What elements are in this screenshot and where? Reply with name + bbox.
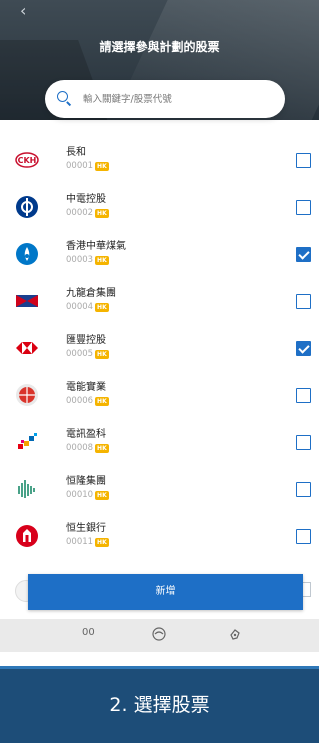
clp-logo xyxy=(16,196,38,218)
power-assets-logo xyxy=(16,384,38,406)
bottom-nav: 00 xyxy=(0,619,319,652)
stock-name: 電訊盈科 xyxy=(66,429,106,440)
stock-code: 00011 HK xyxy=(66,537,109,547)
stock-name: 長和 xyxy=(66,147,86,158)
hk-badge: HK xyxy=(95,255,109,265)
pccw-logo xyxy=(18,433,37,449)
stock-checkbox[interactable] xyxy=(296,294,311,309)
search-icon xyxy=(57,91,73,107)
page-title: 請選擇參與計劃的股票 xyxy=(99,40,220,54)
stock-code: 00004 HK xyxy=(66,302,109,312)
list-item[interactable]: 香港中華煤氣 00003 HK xyxy=(0,231,319,278)
stock-name: 香港中華煤氣 xyxy=(66,241,126,252)
search-bar[interactable] xyxy=(45,80,285,118)
stock-code: 00010 HK xyxy=(66,490,109,500)
stock-name: 中電控股 xyxy=(66,194,106,205)
stock-checkbox[interactable] xyxy=(296,435,311,450)
stock-code: 00001 HK xyxy=(66,161,109,171)
list-item[interactable]: 恒隆集團 00010 HK xyxy=(0,466,319,513)
add-button[interactable]: 新增 xyxy=(28,574,303,610)
stock-checkbox[interactable] xyxy=(296,153,311,168)
stock-checkbox[interactable] xyxy=(296,388,311,403)
checkmark-icon xyxy=(298,342,310,354)
step-banner: 2. 選擇股票 xyxy=(0,666,319,743)
search-input[interactable] xyxy=(81,92,275,106)
stock-name: 電能實業 xyxy=(66,382,106,393)
stock-checkbox[interactable] xyxy=(296,529,311,544)
stock-name: 恒隆集團 xyxy=(66,476,106,487)
wharf-logo xyxy=(16,295,38,307)
stock-code: 00002 HK xyxy=(66,208,109,218)
nav-item-watchlist[interactable]: 00 xyxy=(82,627,95,643)
stock-name: 恒生銀行 xyxy=(66,523,106,534)
list-item[interactable]: 匯豐控股 00005 HK xyxy=(0,325,319,372)
hk-badge: HK xyxy=(95,537,109,547)
list-item[interactable]: 九龍倉集團 00004 HK xyxy=(0,278,319,325)
hk-badge: HK xyxy=(95,490,109,500)
stock-code: 00008 HK xyxy=(66,443,109,453)
list-item[interactable]: 中電控股 00002 HK xyxy=(0,184,319,231)
checkmark-icon xyxy=(298,248,310,260)
hsbc-logo xyxy=(16,342,38,354)
stock-checkbox[interactable] xyxy=(296,482,311,497)
stock-checkbox[interactable] xyxy=(296,247,311,262)
stock-code: 00003 HK xyxy=(66,255,109,265)
stock-checkbox[interactable] xyxy=(296,341,311,356)
stock-name: 匯豐控股 xyxy=(66,335,106,346)
hk-badge: HK xyxy=(95,349,109,359)
face-icon[interactable] xyxy=(152,627,166,643)
hk-badge: HK xyxy=(95,443,109,453)
stock-code: 00005 HK xyxy=(66,349,109,359)
list-item[interactable]: 恒生銀行 00011 HK xyxy=(0,513,319,560)
chevron-left-icon[interactable]: ‹ xyxy=(20,3,34,19)
stock-code: 00006 HK xyxy=(66,396,109,406)
stock-checkbox[interactable] xyxy=(296,200,311,215)
hang-seng-logo xyxy=(16,525,38,547)
list-item[interactable]: CKH 長和 00001 HK xyxy=(0,137,319,184)
hang-lung-logo xyxy=(18,480,35,498)
svg-text:CKH: CKH xyxy=(18,156,37,165)
towngas-logo xyxy=(16,243,38,265)
hand-icon[interactable] xyxy=(228,627,242,643)
list-item[interactable]: 電訊盈科 00008 HK xyxy=(0,419,319,466)
stock-name: 九龍倉集團 xyxy=(66,288,116,299)
ckh-logo: CKH xyxy=(15,152,39,168)
hk-badge: HK xyxy=(95,302,109,312)
hk-badge: HK xyxy=(95,396,109,406)
list-item[interactable]: 電能實業 00006 HK xyxy=(0,372,319,419)
hk-badge: HK xyxy=(95,208,109,218)
hk-badge: HK xyxy=(95,161,109,171)
